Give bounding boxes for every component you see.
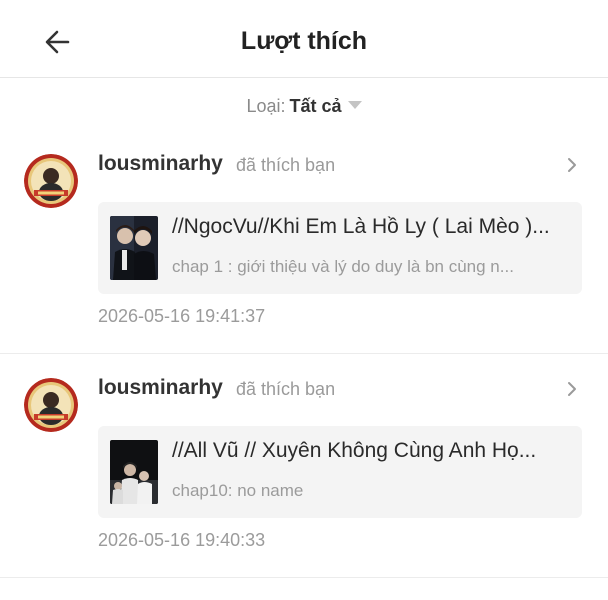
filter-dropdown[interactable]: Loại: Tất cả [0, 96, 608, 117]
filter-label: Loại: [246, 96, 286, 116]
action-text: đã thích bạn [236, 379, 336, 399]
filter-value: Tất cả [289, 96, 342, 116]
avatar-image [24, 154, 78, 208]
caret-down-icon [347, 101, 362, 110]
story-cover [110, 216, 158, 280]
story-card[interactable]: //NgocVu//Khi Em Là Hồ Ly ( Lai Mèo )...… [98, 202, 582, 294]
username[interactable]: lousminarhy [98, 376, 223, 400]
page-title: Lượt thích [240, 27, 368, 55]
story-title: //NgocVu//Khi Em Là Hồ Ly ( Lai Mèo )... [172, 215, 550, 238]
chevron-right-icon[interactable] [564, 156, 580, 174]
story-cover [110, 440, 158, 504]
notification-item[interactable]: lousminarhy đã thích bạn //NgocVu//Khi E… [0, 130, 608, 354]
avatar[interactable] [24, 154, 78, 208]
chevron-right-icon[interactable] [564, 380, 580, 398]
top-bar: Lượt thích [0, 0, 608, 78]
chapter-title: chap10: no name [172, 481, 304, 500]
username[interactable]: lousminarhy [98, 152, 223, 176]
notification-item[interactable]: lousminarhy đã thích bạn //All Vũ // Xuy… [0, 354, 608, 578]
avatar[interactable] [24, 378, 78, 432]
timestamp: 2026-05-16 19:41:37 [98, 306, 266, 326]
chapter-title: chap 1 : giới thiệu và lý do duy là bn c… [172, 257, 514, 276]
story-title: //All Vũ // Xuyên Không Cùng Anh Họ... [172, 439, 537, 462]
timestamp: 2026-05-16 19:40:33 [98, 530, 266, 550]
avatar-image [24, 378, 78, 432]
action-text: đã thích bạn [236, 155, 336, 175]
divider [0, 577, 608, 578]
story-card[interactable]: //All Vũ // Xuyên Không Cùng Anh Họ... c… [98, 426, 582, 518]
